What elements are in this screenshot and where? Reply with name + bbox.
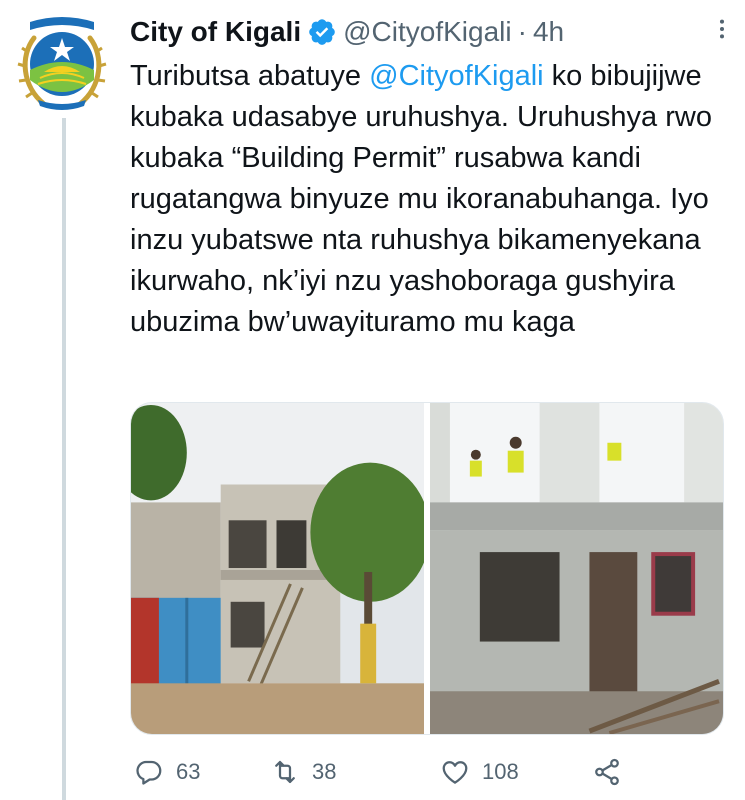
reply-count: 63 — [176, 759, 201, 784]
retweet-icon — [275, 760, 295, 784]
tweet-text-part: ko bibujijwe kubaka udasabye uruhushya. … — [130, 60, 712, 338]
tweet-media — [130, 402, 724, 735]
demolition-photo-image — [430, 403, 723, 734]
photo-house[interactable] — [131, 403, 424, 734]
share-button[interactable] — [592, 757, 634, 787]
share-icon — [595, 758, 619, 786]
house-photo-image — [131, 403, 424, 734]
avatar[interactable] — [14, 8, 110, 112]
city-logo-icon — [17, 17, 107, 110]
retweet-count: 38 — [312, 759, 337, 784]
reply-button[interactable]: 63 — [134, 757, 200, 787]
retweet-button[interactable]: 38 — [270, 757, 336, 787]
more-options-icon[interactable] — [711, 18, 733, 40]
like-button[interactable]: 108 — [440, 757, 519, 787]
heart-icon — [442, 761, 468, 784]
mention-link[interactable]: @CityofKigali — [369, 60, 544, 92]
reply-icon — [136, 760, 162, 785]
tweet-text-part: Tuributsa abatuye — [130, 60, 370, 92]
separator-dot: · — [517, 16, 527, 47]
timestamp[interactable]: 4h — [533, 16, 564, 48]
photo-demolition[interactable] — [430, 403, 723, 734]
thread-line — [62, 118, 66, 800]
verified-badge-icon — [309, 19, 335, 45]
action-bar: 63 38 108 — [130, 752, 724, 792]
tweet-header: City of Kigali @CityofKigali · 4h — [130, 12, 564, 52]
display-name[interactable]: City of Kigali — [130, 16, 301, 48]
like-count: 108 — [482, 759, 519, 784]
tweet-text: Tuributsa abatuye @CityofKigali ko bibuj… — [130, 56, 730, 343]
handle[interactable]: @CityofKigali — [343, 16, 511, 48]
